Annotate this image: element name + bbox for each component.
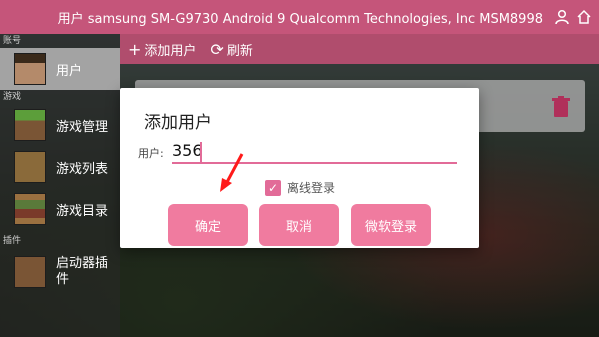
offline-login-label: 离线登录 (287, 181, 336, 195)
add-user-button[interactable]: + 添加用户 (128, 40, 196, 59)
home-icon[interactable] (575, 8, 593, 26)
bookshelf-icon (14, 193, 46, 225)
offline-login-checkbox[interactable]: ✓ 离线登录 (265, 179, 335, 196)
sidebar-item-game-directory[interactable]: 游戏目录 (0, 188, 120, 230)
plus-icon: + (128, 39, 142, 59)
toolbar: + 添加用户 ⟳ 刷新 (120, 34, 599, 64)
cancel-button[interactable]: 取消 (259, 204, 339, 246)
sidebar-item-label: 游戏目录 (56, 203, 109, 219)
add-user-label: 添加用户 (144, 43, 197, 59)
sidebar-item-label: 启动器插件 (56, 256, 109, 287)
trash-icon[interactable] (552, 96, 570, 118)
chest-icon (14, 151, 46, 183)
device-title: 用户 samsung SM-G9730 Android 9 Qualcomm T… (57, 11, 543, 27)
refresh-icon: ⟳ (210, 39, 224, 59)
annotation-arrow (212, 150, 252, 195)
text-cursor (200, 142, 202, 162)
sidebar-item-launcher-plugin[interactable]: 启动器插件 (0, 248, 120, 296)
sidebar-item-label: 用户 (56, 63, 83, 79)
refresh-label: 刷新 (226, 43, 253, 59)
sidebar-item-label: 游戏列表 (56, 161, 109, 177)
dialog-title: 添加用户 (144, 113, 212, 133)
add-user-dialog: 添加用户 用户: ✓ 离线登录 确定 取消 微软登录 (120, 88, 479, 248)
sidebar-item-game-list[interactable]: 游戏列表 (0, 146, 120, 188)
microsoft-login-button[interactable]: 微软登录 (351, 204, 431, 246)
crafting-table-icon (14, 256, 46, 288)
check-icon: ✓ (265, 179, 281, 196)
sidebar-section-game: 游戏 (3, 92, 22, 102)
refresh-button[interactable]: ⟳ 刷新 (210, 40, 252, 59)
confirm-button[interactable]: 确定 (168, 204, 248, 246)
sidebar-section-account: 账号 (3, 36, 22, 46)
grass-block-icon (14, 109, 46, 141)
sidebar-item-game-manage[interactable]: 游戏管理 (0, 104, 120, 146)
sidebar: 账号 用户 游戏 游戏管理 游戏列表 游戏目录 插件 启动器插件 (0, 34, 120, 337)
account-icon[interactable] (553, 8, 571, 26)
top-bar: 用户 samsung SM-G9730 Android 9 Qualcomm T… (0, 0, 599, 34)
avatar (14, 53, 46, 85)
sidebar-section-plugin: 插件 (3, 236, 22, 246)
username-label: 用户: (138, 147, 164, 160)
sidebar-item-label: 游戏管理 (56, 119, 109, 135)
sidebar-item-user[interactable]: 用户 (0, 48, 120, 90)
